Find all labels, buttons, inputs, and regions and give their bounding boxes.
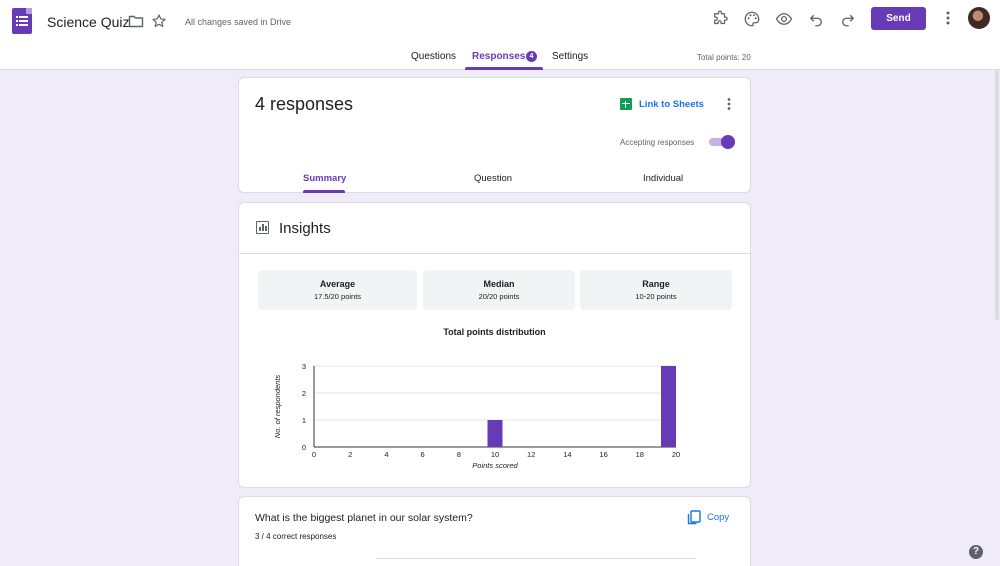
insights-card: Insights Average 17.5/20 points Median 2… <box>238 202 751 488</box>
saved-status: All changes saved in Drive <box>185 17 292 27</box>
y-tick-label: 1 <box>302 416 306 425</box>
responses-count: 4 responses <box>255 94 354 114</box>
y-axis-label: No. of respondents <box>273 375 282 439</box>
active-tab-indicator <box>465 67 543 70</box>
stat-value: 17.5/20 points <box>313 292 362 301</box>
x-tick-label: 6 <box>421 450 425 459</box>
responses-card: 4 responses Link to Sheets Accepting res… <box>238 77 751 193</box>
subtab-question[interactable]: Question <box>474 173 512 184</box>
x-tick-label: 0 <box>312 450 316 459</box>
divider <box>239 253 750 254</box>
tab-settings[interactable]: Settings <box>552 51 588 62</box>
divider <box>376 558 696 559</box>
avatar[interactable] <box>968 7 990 29</box>
form-tabs: Questions Responses 4 Settings Total poi… <box>0 46 1000 70</box>
forms-logo-icon[interactable] <box>12 8 32 34</box>
star-icon[interactable] <box>151 13 167 29</box>
subtab-individual[interactable]: Individual <box>643 173 683 184</box>
responses-count-badge: 4 <box>526 51 537 62</box>
x-tick-label: 20 <box>672 450 680 459</box>
x-tick-label: 12 <box>527 450 535 459</box>
y-tick-label: 2 <box>302 389 306 398</box>
x-tick-label: 8 <box>457 450 461 459</box>
question-text: What is the biggest planet in our solar … <box>255 512 473 524</box>
accepting-responses-label: Accepting responses <box>620 138 695 147</box>
undo-icon[interactable] <box>807 10 825 28</box>
subtab-summary[interactable]: Summary <box>303 173 346 184</box>
x-tick-label: 10 <box>491 450 499 459</box>
points-distribution-chart: 01230 2 4 6 8 10 12 14 16 18 20Points scoredNo. of… <box>273 362 680 470</box>
x-tick-label: 2 <box>348 450 352 459</box>
stat-median: Median 20/20 points <box>423 270 575 310</box>
chart-title: Total points distribution <box>443 327 546 337</box>
bar <box>487 420 503 447</box>
redo-icon[interactable] <box>839 10 857 28</box>
palette-icon[interactable] <box>743 10 761 28</box>
toggle-knob[interactable] <box>721 135 735 149</box>
top-bar: Science Quiz All changes saved in Drive … <box>0 0 1000 70</box>
sheets-icon[interactable] <box>620 98 632 110</box>
form-title[interactable]: Science Quiz <box>47 14 129 30</box>
copy-button[interactable]: Copy <box>707 512 729 523</box>
more-vert-icon[interactable] <box>941 10 955 26</box>
correct-responses: 3 / 4 correct responses <box>255 532 337 541</box>
insights-chart-icon <box>256 221 269 234</box>
x-tick-label: 4 <box>384 450 388 459</box>
preview-eye-icon[interactable] <box>775 10 793 28</box>
tab-questions[interactable]: Questions <box>411 51 456 62</box>
y-tick-label: 3 <box>302 362 306 371</box>
folder-icon[interactable] <box>128 14 144 28</box>
y-tick-label: 0 <box>302 443 306 452</box>
x-tick-label: 14 <box>563 450 571 459</box>
total-points: Total points: 20 <box>697 53 751 62</box>
x-tick-label: 16 <box>599 450 607 459</box>
puzzle-icon[interactable] <box>711 10 729 28</box>
active-subtab-indicator <box>303 190 345 193</box>
insights-title: Insights <box>279 220 331 237</box>
stat-label: Average <box>319 279 356 289</box>
stat-value: 10-20 points <box>635 292 677 301</box>
tab-responses[interactable]: Responses <box>472 51 525 62</box>
bar <box>661 366 676 447</box>
question-summary-card: What is the biggest planet in our solar … <box>238 496 751 566</box>
copy-icon[interactable] <box>687 510 701 525</box>
link-to-sheets-button[interactable]: Link to Sheets <box>639 99 704 110</box>
stat-range: Range 10-20 points <box>580 270 732 310</box>
stat-value: 20/20 points <box>478 292 520 301</box>
more-vert-icon[interactable] <box>723 97 735 111</box>
stat-average: Average 17.5/20 points <box>258 270 417 310</box>
stat-label: Median <box>483 279 515 289</box>
send-button[interactable]: Send <box>871 7 926 30</box>
scrollbar-thumb[interactable] <box>995 70 999 320</box>
x-axis-label: Points scored <box>472 461 518 470</box>
stat-label: Range <box>642 279 670 289</box>
help-icon[interactable]: ? <box>969 545 983 559</box>
x-tick-label: 18 <box>636 450 644 459</box>
